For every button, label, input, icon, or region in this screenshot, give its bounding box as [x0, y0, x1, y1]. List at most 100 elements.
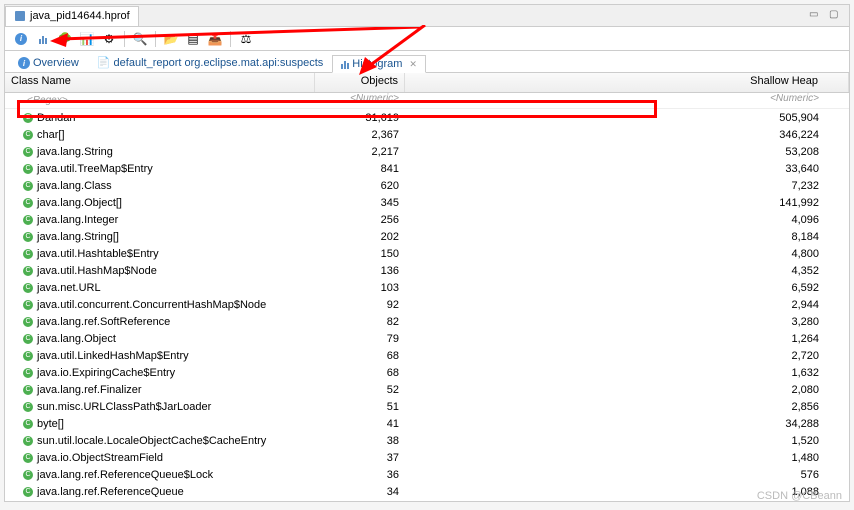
tab-overview[interactable]: i Overview	[9, 54, 88, 72]
col-shallow-heap[interactable]: Shallow Heap	[405, 73, 849, 92]
dominator-button[interactable]: 📊	[77, 29, 97, 49]
class-icon: C	[23, 181, 33, 191]
heap-cell: 346,224	[405, 129, 849, 141]
class-icon: C	[23, 232, 33, 242]
minimize-icon[interactable]: ▭	[809, 9, 823, 23]
objects-cell: 68	[315, 367, 405, 379]
report-icon: 📄	[97, 56, 111, 69]
objects-cell: 2,217	[315, 146, 405, 158]
info-icon: i	[18, 57, 30, 69]
info-button[interactable]: i	[11, 29, 31, 49]
table-row[interactable]: Csun.util.locale.LocaleObjectCache$Cache…	[5, 432, 849, 449]
table-row[interactable]: Cjava.lang.String2,21753,208	[5, 143, 849, 160]
close-icon[interactable]: ✕	[409, 59, 417, 70]
table-row[interactable]: Cjava.lang.Class6207,232	[5, 177, 849, 194]
objects-cell: 41	[315, 418, 405, 430]
col-objects[interactable]: Objects	[315, 73, 405, 92]
table-row[interactable]: Cjava.util.TreeMap$Entry84133,640	[5, 160, 849, 177]
table-row[interactable]: Cjava.lang.Integer2564,096	[5, 211, 849, 228]
table-row[interactable]: Cjava.lang.Object791,264	[5, 330, 849, 347]
grid-body[interactable]: CDandan31,619505,904Cchar[]2,367346,224C…	[5, 109, 849, 497]
objects-cell: 103	[315, 282, 405, 294]
class-name-cell: java.lang.String[]	[37, 231, 119, 243]
thread-button[interactable]: ⚙	[99, 29, 119, 49]
table-row[interactable]: Cjava.lang.Object[]345141,992	[5, 194, 849, 211]
sub-tab-bar: i Overview 📄 default_report org.eclipse.…	[5, 51, 849, 73]
objects-cell: 256	[315, 214, 405, 226]
class-icon: C	[23, 402, 33, 412]
objects-cell: 136	[315, 265, 405, 277]
class-icon: C	[23, 351, 33, 361]
toolbar: i 🌳 📊 ⚙ 🔍 📂 ▤ 📤 ⚖	[5, 27, 849, 51]
class-name-cell: java.io.ObjectStreamField	[37, 452, 163, 464]
class-name-cell: java.lang.Integer	[37, 214, 118, 226]
open-button[interactable]: 📂	[161, 29, 181, 49]
objects-cell: 150	[315, 248, 405, 260]
col-class-name[interactable]: Class Name	[5, 73, 315, 92]
table-row[interactable]: CDandan31,619505,904	[5, 109, 849, 126]
class-name-cell: java.util.concurrent.ConcurrentHashMap$N…	[37, 299, 266, 311]
filter-regex[interactable]: <Regex>	[27, 95, 68, 106]
class-icon: C	[23, 385, 33, 395]
objects-cell: 345	[315, 197, 405, 209]
maximize-icon[interactable]: ▢	[829, 9, 843, 23]
table-row[interactable]: Cjava.lang.ref.Finalizer522,080	[5, 381, 849, 398]
tab-histogram[interactable]: Histogram ✕	[332, 55, 426, 73]
table-row[interactable]: Cjava.lang.ref.ReferenceQueue$Lock36576	[5, 466, 849, 483]
class-icon: C	[23, 436, 33, 446]
list-button[interactable]: ▤	[183, 29, 203, 49]
class-name-cell: java.lang.ref.ReferenceQueue$Lock	[37, 469, 213, 481]
objects-cell: 68	[315, 350, 405, 362]
filter-heap[interactable]: <Numeric>	[405, 93, 849, 108]
heap-cell: 4,352	[405, 265, 849, 277]
tab-label: Histogram	[352, 58, 402, 70]
table-row[interactable]: Cjava.io.ExpiringCache$Entry681,632	[5, 364, 849, 381]
class-name-cell: java.lang.String	[37, 146, 113, 158]
table-row[interactable]: Cjava.util.LinkedHashMap$Entry682,720	[5, 347, 849, 364]
table-row[interactable]: Cjava.util.Hashtable$Entry1504,800	[5, 245, 849, 262]
table-row[interactable]: Csun.misc.URLClassPath$JarLoader512,856	[5, 398, 849, 415]
table-row[interactable]: Cchar[] 2,367346,224	[5, 126, 849, 143]
heap-cell: 1,264	[405, 333, 849, 345]
objects-cell: 31,619	[315, 112, 405, 124]
class-name-cell: sun.misc.URLClassPath$JarLoader	[37, 401, 211, 413]
class-icon: C	[23, 266, 33, 276]
class-name-cell: java.util.Hashtable$Entry	[37, 248, 159, 260]
class-name-cell: char[]	[37, 129, 65, 141]
table-row[interactable]: Cbyte[]4134,288	[5, 415, 849, 432]
heap-cell: 1,520	[405, 435, 849, 447]
tree-button[interactable]: 🌳	[55, 29, 75, 49]
class-icon: C	[23, 164, 33, 174]
class-name-cell: sun.util.locale.LocaleObjectCache$CacheE…	[37, 435, 266, 447]
class-icon: C	[23, 334, 33, 344]
table-row[interactable]: Cjava.lang.ref.SoftReference823,280	[5, 313, 849, 330]
class-icon: C	[23, 113, 33, 123]
table-row[interactable]: Cjava.util.HashMap$Node 1364,352	[5, 262, 849, 279]
histogram-button[interactable]	[33, 29, 53, 49]
class-icon: C	[23, 317, 33, 327]
grid-header: Class Name Objects Shallow Heap	[5, 73, 849, 93]
table-row[interactable]: Cjava.net.URL1036,592	[5, 279, 849, 296]
class-name-cell: java.util.TreeMap$Entry	[37, 163, 153, 175]
watermark: CSDN @CBeann	[757, 490, 842, 502]
table-row[interactable]: Cjava.util.concurrent.ConcurrentHashMap$…	[5, 296, 849, 313]
objects-cell: 82	[315, 316, 405, 328]
table-row[interactable]: Cjava.lang.String[]2028,184	[5, 228, 849, 245]
class-name-cell: java.util.HashMap$Node	[37, 265, 157, 277]
table-row[interactable]: Cjava.io.ObjectStreamField371,480	[5, 449, 849, 466]
compare-button[interactable]: ⚖	[236, 29, 256, 49]
objects-cell: 2,367	[315, 129, 405, 141]
class-name-cell: java.lang.Class	[37, 180, 112, 192]
heap-cell: 1,480	[405, 452, 849, 464]
export-button[interactable]: 📤	[205, 29, 225, 49]
search-button[interactable]: 🔍	[130, 29, 150, 49]
table-row[interactable]: Cjava.lang.ref.ReferenceQueue341,088	[5, 483, 849, 497]
tab-default-report[interactable]: 📄 default_report org.eclipse.mat.api:sus…	[88, 53, 332, 72]
tab-label: default_report org.eclipse.mat.api:suspe…	[114, 57, 324, 69]
objects-cell: 92	[315, 299, 405, 311]
hprof-file-icon	[14, 10, 26, 22]
class-icon: C	[23, 130, 33, 140]
file-tab[interactable]: java_pid14644.hprof	[5, 6, 139, 26]
class-name-cell: java.lang.Object	[37, 333, 116, 345]
filter-objects[interactable]: <Numeric>	[315, 93, 405, 108]
